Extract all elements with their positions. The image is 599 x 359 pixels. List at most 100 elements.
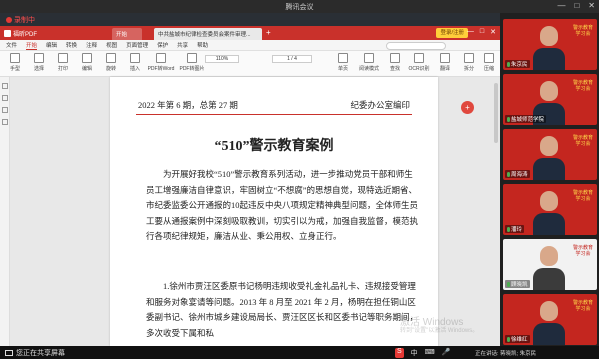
tool-insert[interactable]: 插入 <box>122 53 148 72</box>
participant-name-badge: 潘玲 <box>505 225 525 233</box>
foxit-close-button[interactable]: ✕ <box>490 28 496 36</box>
menu-help[interactable]: 帮助 <box>197 41 208 49</box>
issue-number: 2022 年第 6 期，总第 27 期 <box>138 100 238 110</box>
chinese-input-icon[interactable]: 中 <box>411 348 418 358</box>
tool-hand[interactable]: 手型 <box>2 53 28 72</box>
sharing-indicator[interactable]: 您正在共享屏幕 <box>5 348 65 358</box>
video-tile[interactable]: 警示教育学习会 周海涛 <box>503 129 597 180</box>
tool-single-page[interactable]: 单页 <box>330 53 356 72</box>
menu-protect[interactable]: 保护 <box>157 41 168 49</box>
tool-translate[interactable]: 翻译 <box>432 53 458 72</box>
document-viewport[interactable]: 2022 年第 6 期，总第 27 期 纪委办公室编印 “510”警示教育案例 … <box>10 77 500 346</box>
issuing-office: 纪委办公室编印 <box>350 100 410 110</box>
hand-icon <box>10 53 20 63</box>
image-icon <box>187 53 197 63</box>
recording-indicator[interactable]: 录制中 <box>6 15 35 25</box>
red-divider <box>136 114 412 115</box>
tool-label: 手型 <box>9 66 20 72</box>
compress-icon <box>484 53 494 63</box>
tool-print[interactable]: 打印 <box>50 53 76 72</box>
video-tile[interactable]: 警示教育学习会 盐城师范学院 <box>503 74 597 125</box>
minimize-button[interactable]: — <box>557 1 565 10</box>
close-button[interactable]: ✕ <box>588 1 595 10</box>
tool-label: 编辑 <box>81 66 92 72</box>
foxit-logo-icon <box>4 30 11 37</box>
tool-label: 压缩 <box>483 66 494 72</box>
tool-ocr[interactable]: OCR识别 <box>406 53 432 72</box>
shared-screen: 录制中 福昕PDF 开始 中共盐城市纪律检查委员会案件审理... + 登录/注册… <box>0 13 500 346</box>
login-button[interactable]: 登录/注册 <box>436 28 468 38</box>
screen-share-icon <box>5 350 13 356</box>
backdrop-text: 警示教育学习会 <box>572 190 593 202</box>
vertical-scrollbar[interactable] <box>494 83 498 143</box>
tab-start[interactable]: 开始 <box>112 28 142 40</box>
meeting-window: 腾讯会议 — □ ✕ 录制中 福昕PDF 开始 中共盐城市纪律检查委员会案件审理… <box>0 0 599 359</box>
speaking-indicator: 正在讲话: 蒋晓凯; 朱京民 <box>475 351 537 357</box>
translate-icon <box>440 53 450 63</box>
record-dot-icon <box>6 17 12 23</box>
mic-icon[interactable]: 🎤 <box>442 348 451 358</box>
tool-pdf-to-image[interactable]: PDF转图片 <box>178 53 206 72</box>
keyboard-icon[interactable]: ⌨ <box>425 348 435 358</box>
menu-file[interactable]: 文件 <box>6 41 17 49</box>
input-method-icon[interactable]: S <box>395 348 404 358</box>
floating-action-icon[interactable]: + <box>461 101 474 114</box>
sharing-label: 您正在共享屏幕 <box>16 350 65 357</box>
participant-avatar <box>533 246 565 290</box>
participant-name-badge: 周海涛 <box>505 170 530 178</box>
search-icon <box>390 53 400 63</box>
foxit-maximize-button[interactable]: □ <box>480 28 484 36</box>
menu-share[interactable]: 共享 <box>177 41 188 49</box>
foxit-minimize-button[interactable]: — <box>467 28 474 36</box>
video-tile[interactable]: 警示教育学习会 朱京民 <box>503 19 597 70</box>
menu-convert[interactable]: 转换 <box>66 41 77 49</box>
tool-pdf-to-word[interactable]: PDF转Word <box>146 53 176 72</box>
search-input[interactable] <box>386 42 446 50</box>
thumbnail-icon[interactable] <box>1 83 8 89</box>
tool-edit[interactable]: 编辑 <box>74 53 100 72</box>
foxit-tab-bar: 福昕PDF 开始 中共盐城市纪律检查委员会案件审理... + 登录/注册 — □… <box>0 26 500 40</box>
tool-reading-mode[interactable]: 阅读模式 <box>356 53 382 72</box>
left-panel-rail <box>0 77 10 346</box>
foxit-app-name: 福昕PDF <box>13 32 38 38</box>
menu-start[interactable]: 开始 <box>26 41 38 50</box>
document-title: “510”警示教育案例 <box>214 139 334 154</box>
video-tile[interactable]: 警示教育学习会 顾晓凯 <box>503 239 597 290</box>
participant-name-badge: 顾晓凯 <box>505 280 530 288</box>
tool-label: 阅读模式 <box>358 66 379 72</box>
video-tile[interactable]: 警示教育学习会 徐维红 <box>503 294 597 345</box>
comment-icon[interactable] <box>1 107 8 113</box>
participant-avatar <box>533 301 565 345</box>
tab-document-label: 中共盐城市纪律检查委员会案件审理... <box>158 32 251 38</box>
tool-label: 打印 <box>57 66 68 72</box>
participant-name-badge: 徐维红 <box>505 335 530 343</box>
pdf-page: 2022 年第 6 期，总第 27 期 纪委办公室编印 “510”警示教育案例 … <box>110 77 438 346</box>
tab-document[interactable]: 中共盐城市纪律检查委员会案件审理... <box>154 28 262 40</box>
foxit-window-controls: — □ ✕ <box>467 28 496 36</box>
participant-name: 朱京民 <box>511 62 528 68</box>
tool-rotate[interactable]: 旋转 <box>98 53 124 72</box>
zoom-input[interactable]: 110% <box>205 55 239 63</box>
attachment-icon[interactable] <box>1 119 8 125</box>
menu-page-manage[interactable]: 页面管理 <box>126 41 148 49</box>
tool-compress[interactable]: 压缩 <box>476 53 500 72</box>
menu-view[interactable]: 视图 <box>106 41 117 49</box>
ocr-icon <box>414 53 424 63</box>
tool-select[interactable]: 选择 <box>26 53 52 72</box>
tool-find[interactable]: 查找 <box>382 53 408 72</box>
video-tile[interactable]: 警示教育学习会 潘玲 <box>503 184 597 235</box>
cursor-icon <box>34 53 44 63</box>
bookmark-icon[interactable] <box>1 95 8 101</box>
participant-name: 徐维红 <box>511 337 528 343</box>
maximize-button[interactable]: □ <box>574 1 579 10</box>
participant-video-list: 警示教育学习会 朱京民 警示教育学习会 盐城师范学院 警示教育学习会 周海涛 警… <box>500 13 599 346</box>
tool-label: PDF转图片 <box>179 66 205 72</box>
new-tab-button[interactable]: + <box>266 28 271 37</box>
menu-comment[interactable]: 注释 <box>86 41 97 49</box>
menu-edit[interactable]: 编辑 <box>46 41 57 49</box>
backdrop-text: 警示教育学习会 <box>572 135 593 147</box>
activation-watermark-hint: 转到"设置"以激活 Windows。 <box>400 328 479 334</box>
insert-icon <box>130 53 140 63</box>
page-input[interactable]: 1 / 4 <box>272 55 312 63</box>
participant-name: 潘玲 <box>511 227 523 233</box>
